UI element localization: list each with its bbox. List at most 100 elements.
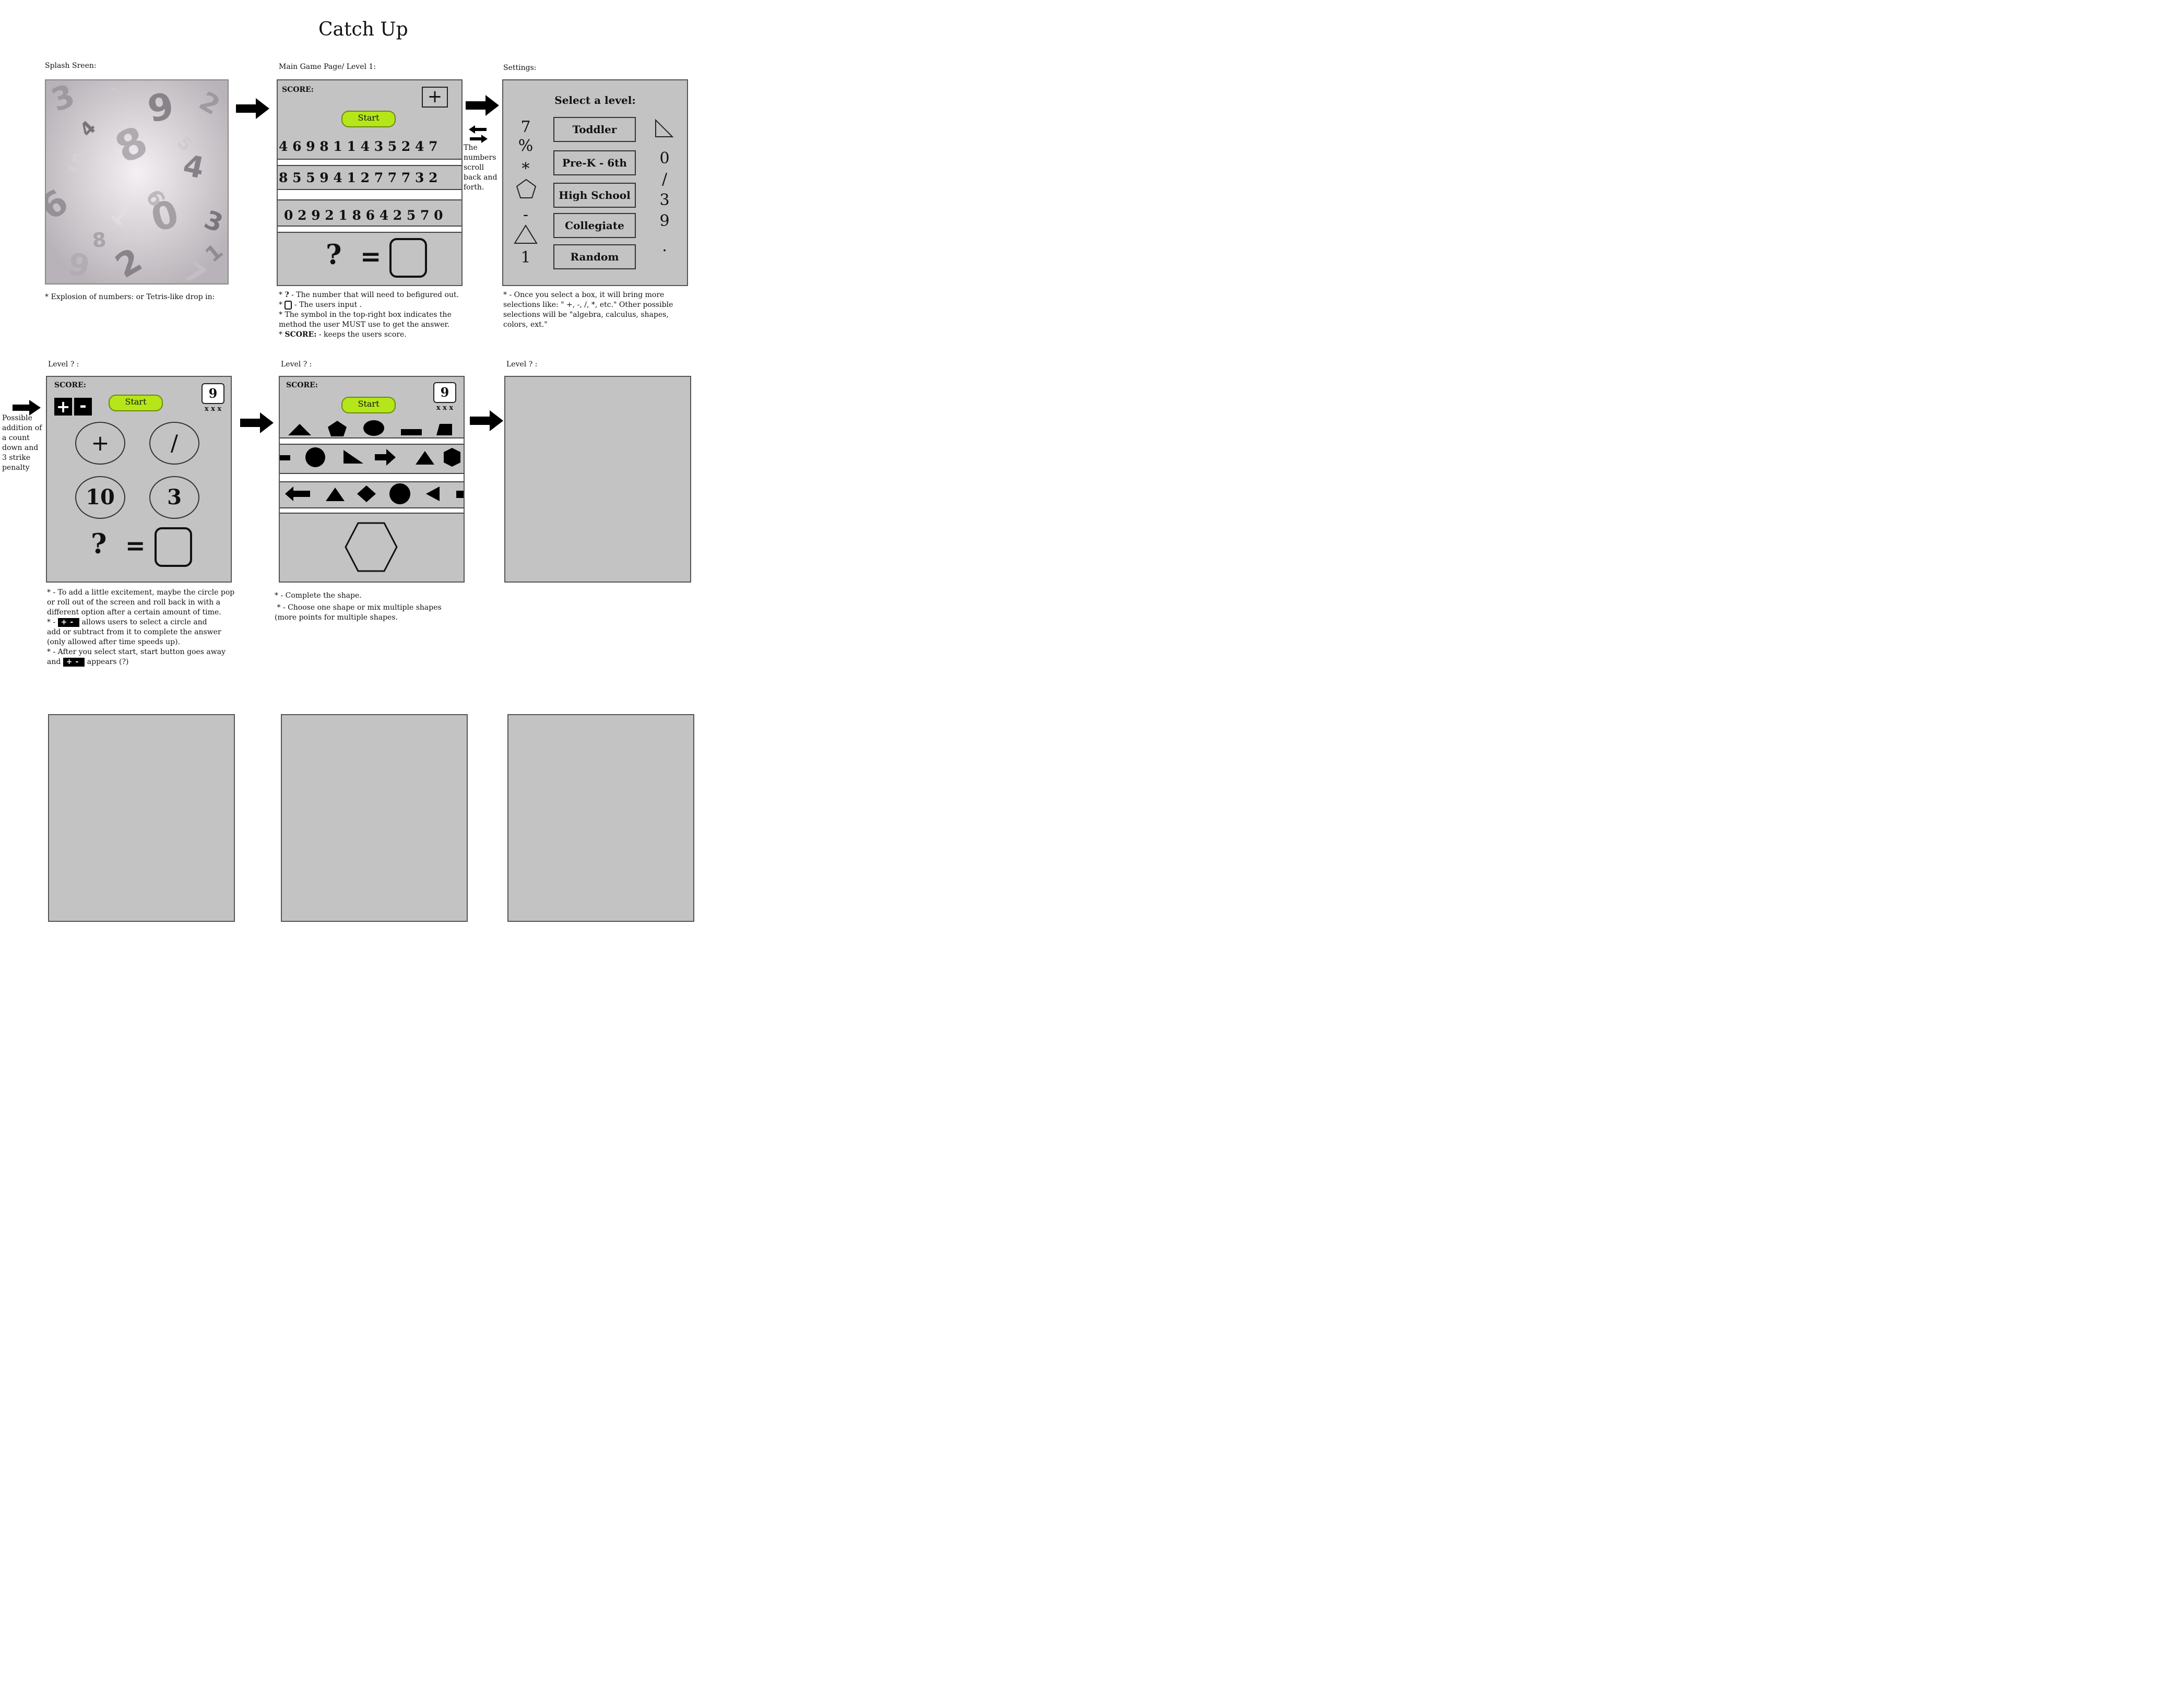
rectangle-icon (401, 429, 422, 435)
answer-input[interactable] (389, 238, 427, 278)
level-a-note-line: and +- appears (?) (47, 657, 234, 667)
row-divider (278, 159, 461, 166)
strike-marks: x x x (204, 405, 222, 413)
note-input: * - The users input . (279, 300, 459, 310)
note-input-text: - The users input . (292, 301, 362, 309)
blank-screen-2 (281, 714, 468, 922)
minus-button[interactable]: - (74, 397, 92, 416)
answer-input[interactable] (155, 527, 192, 567)
start-button[interactable]: Start (109, 395, 163, 411)
decor-symbol: 1 (520, 248, 531, 267)
hexagon-icon (444, 448, 460, 467)
note-prefix: * (279, 291, 285, 299)
arrow-icon (285, 487, 310, 501)
circle-icon (389, 483, 410, 504)
row-divider (278, 226, 461, 233)
decor-symbol: 9 (659, 212, 670, 230)
level-a-note-line: (only allowed after time speeds up). (47, 638, 181, 646)
main-game-screen: SCORE: + Start 4 6 9 8 1 1 4 3 5 2 4 7 8… (277, 79, 463, 286)
decor-symbol: / (661, 170, 668, 188)
right-triangle-icon (343, 450, 363, 464)
decor-symbol: - (523, 206, 529, 224)
settings-note-line: * - Once you select a box, it will bring… (503, 291, 665, 299)
hexagon-icon (345, 522, 398, 572)
svg-text:8: 8 (91, 228, 107, 252)
note-text: allows users to select a circle and (79, 618, 207, 626)
level-c-caption: Level ? : (506, 360, 538, 369)
number-explosion-art: 3 7 9 2 5 8 4 6 1 0 3 9 2 7 4 5 8 1 6 (46, 80, 228, 283)
unknown-number: ? (326, 239, 342, 271)
level-a-note-line: * - After you select start, start button… (47, 648, 226, 656)
scroll-side-note: The numbers scroll back and forth. (464, 143, 497, 193)
side-note-line: numbers (464, 153, 496, 162)
number-row-2[interactable]: 8 5 5 9 4 1 2 7 7 7 3 2 (279, 170, 437, 185)
triangle-icon (416, 451, 434, 465)
level-c-screen (504, 376, 691, 583)
right-arrow-icon (236, 98, 269, 119)
triangle-icon (288, 424, 311, 435)
decor-symbol: . (662, 237, 667, 255)
circle-option-plus[interactable]: + (75, 422, 125, 465)
number-row-3[interactable]: 0 2 9 2 1 8 6 4 2 5 7 0 (284, 208, 443, 223)
level-b-note-line: * - Choose one shape or mix multiple sha… (275, 603, 442, 612)
level-collegiate-button[interactable]: Collegiate (553, 213, 636, 238)
operation-symbol-box: + (422, 87, 448, 108)
side-note-line: penalty (2, 464, 30, 472)
input-box-icon (285, 300, 292, 310)
pentagon-icon (328, 421, 347, 436)
circle-option-ten[interactable]: 10 (75, 476, 125, 519)
level-a-note-line: add or subtract from it to complete the … (47, 628, 221, 636)
left-right-arrows-icon (469, 125, 488, 143)
triangle-icon (514, 224, 538, 244)
note-prefix: * - (47, 618, 58, 626)
shape-row-2[interactable] (280, 445, 464, 469)
score-label: SCORE: (282, 86, 314, 94)
level-b-note-line: * - Complete the shape. (275, 591, 362, 600)
score-label: SCORE: (54, 381, 86, 389)
plus-button[interactable]: + (54, 398, 72, 416)
side-note-line: addition of (2, 424, 42, 432)
trapezoid-icon (436, 424, 452, 435)
side-note-line: back and (464, 173, 497, 182)
circle-option-three[interactable]: 3 (149, 476, 199, 519)
blank-screen-3 (507, 714, 694, 922)
note-prefix: * (279, 330, 285, 339)
shape-row-1[interactable] (280, 417, 464, 437)
side-note-line: a count (2, 434, 30, 442)
level-prek-button[interactable]: Pre-K - 6th (553, 150, 636, 175)
side-note-line: 3 strike (2, 454, 31, 462)
settings-heading: Select a level: (554, 94, 636, 106)
note-prefix: and (47, 658, 63, 666)
arrow-icon (375, 449, 396, 466)
pentagon-icon (516, 179, 537, 198)
level-a-note-line: * - +- allows users to select a circle a… (47, 618, 234, 627)
level-toddler-button[interactable]: Toddler (553, 117, 636, 142)
level-highschool-button[interactable]: High School (553, 183, 636, 208)
equals-sign: = (360, 242, 382, 271)
note-unknown: * ? - The number that will need to befig… (279, 290, 459, 300)
unknown-number: ? (91, 528, 107, 560)
equals-sign: = (125, 531, 146, 560)
level-random-button[interactable]: Random (553, 244, 636, 269)
note-symbol-cont: method the user MUST use to get the answ… (279, 321, 450, 329)
side-note-line: down and (2, 444, 39, 452)
rectangle-icon (456, 491, 464, 498)
level-a-notes: * - To add a little excitement, maybe th… (47, 588, 234, 667)
countdown-counter: 9 (433, 382, 456, 403)
ellipse-icon (363, 420, 384, 436)
shape-row-3[interactable] (280, 481, 464, 505)
main-caption: Main Game Page/ Level 1: (279, 63, 376, 71)
start-button[interactable]: Start (341, 397, 396, 413)
note-prefix: * (279, 301, 285, 309)
main-notes: * ? - The number that will need to befig… (279, 290, 459, 340)
splash-caption: Splash Sreen: (45, 62, 97, 70)
settings-caption: Settings: (503, 64, 537, 72)
blank-screen-1 (48, 714, 235, 922)
right-arrow-icon (466, 95, 499, 116)
note-score-bold: SCORE: (285, 330, 317, 339)
level-b-notes: * - Complete the shape. * - Choose one s… (275, 591, 442, 623)
number-row-1[interactable]: 4 6 9 8 1 1 4 3 5 2 4 7 (279, 139, 437, 154)
circle-option-divide[interactable]: / (149, 422, 199, 465)
level-a-caption: Level ? : (48, 360, 79, 369)
start-button[interactable]: Start (341, 111, 396, 127)
